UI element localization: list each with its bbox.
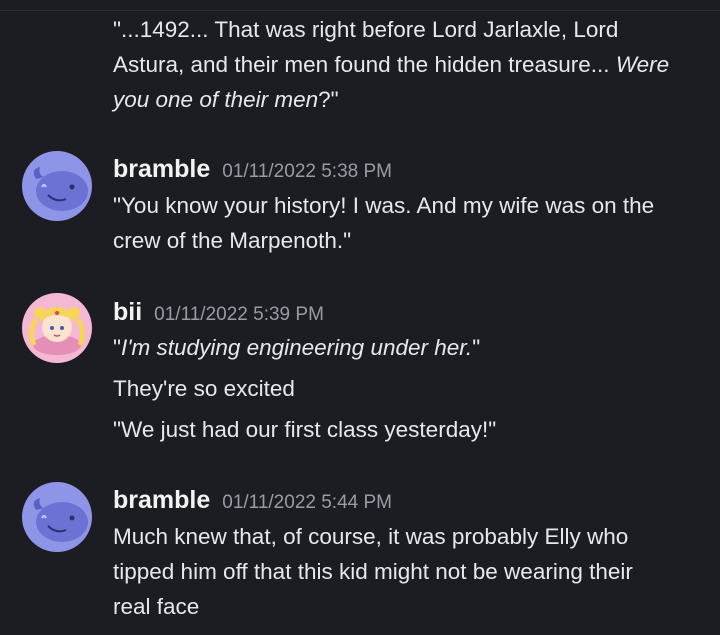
username[interactable]: bii <box>113 298 142 326</box>
whale-avatar[interactable] <box>22 151 92 221</box>
username[interactable]: bramble <box>113 486 210 514</box>
message-header: bramble 01/11/2022 5:38 PM <box>113 155 392 184</box>
message-line: Much knew that, of course, it was probab… <box>113 519 628 554</box>
message-line: tipped him off that this kid might not b… <box>113 554 633 589</box>
message-text: " <box>113 335 121 360</box>
message-text: "...1492... That was right before Lord J… <box>113 17 619 42</box>
message-text: They're so excited <box>113 376 295 401</box>
sailor-moon-avatar[interactable] <box>22 293 92 363</box>
message-text: real face <box>113 594 200 619</box>
chat-message-list: "...1492... That was right before Lord J… <box>0 0 720 635</box>
whale-avatar[interactable] <box>22 482 92 552</box>
message-line: you one of their men?" <box>113 82 339 117</box>
message-text: tipped him off that this kid might not b… <box>113 559 633 584</box>
message-text: "You know your history! I was. And my wi… <box>113 193 655 218</box>
message-text: " <box>472 335 481 360</box>
timestamp: 01/11/2022 5:44 PM <box>222 492 392 513</box>
message-line: They're so excited <box>113 371 295 406</box>
message-line: "You know your history! I was. And my wi… <box>113 188 654 223</box>
message-line: "We just had our first class yesterday!" <box>113 412 496 447</box>
message-text: "We just had our first class yesterday!" <box>113 417 497 442</box>
divider <box>0 10 720 11</box>
message-line: "I'm studying engineering under her." <box>113 330 480 365</box>
message-header: bramble 01/11/2022 5:44 PM <box>113 486 392 515</box>
message-line: Astura, and their men found the hidden t… <box>113 47 669 82</box>
message-text: Much knew that, of course, it was probab… <box>113 524 629 549</box>
message-line: real face <box>113 589 199 624</box>
message-text: you one of their men <box>113 87 319 112</box>
message-text: ?" <box>318 87 339 112</box>
message-header: bii 01/11/2022 5:39 PM <box>113 298 324 327</box>
timestamp: 01/11/2022 5:39 PM <box>154 304 324 325</box>
message-text: Astura, and their men found the hidden t… <box>113 52 616 77</box>
message-text: Were <box>615 52 670 77</box>
message-line: "...1492... That was right before Lord J… <box>113 12 618 47</box>
message-text: I'm studying engineering under her. <box>121 335 473 360</box>
message-line: crew of the Marpenoth." <box>113 223 351 258</box>
timestamp: 01/11/2022 5:38 PM <box>222 161 392 182</box>
username[interactable]: bramble <box>113 155 210 183</box>
message-text: crew of the Marpenoth." <box>113 228 352 253</box>
